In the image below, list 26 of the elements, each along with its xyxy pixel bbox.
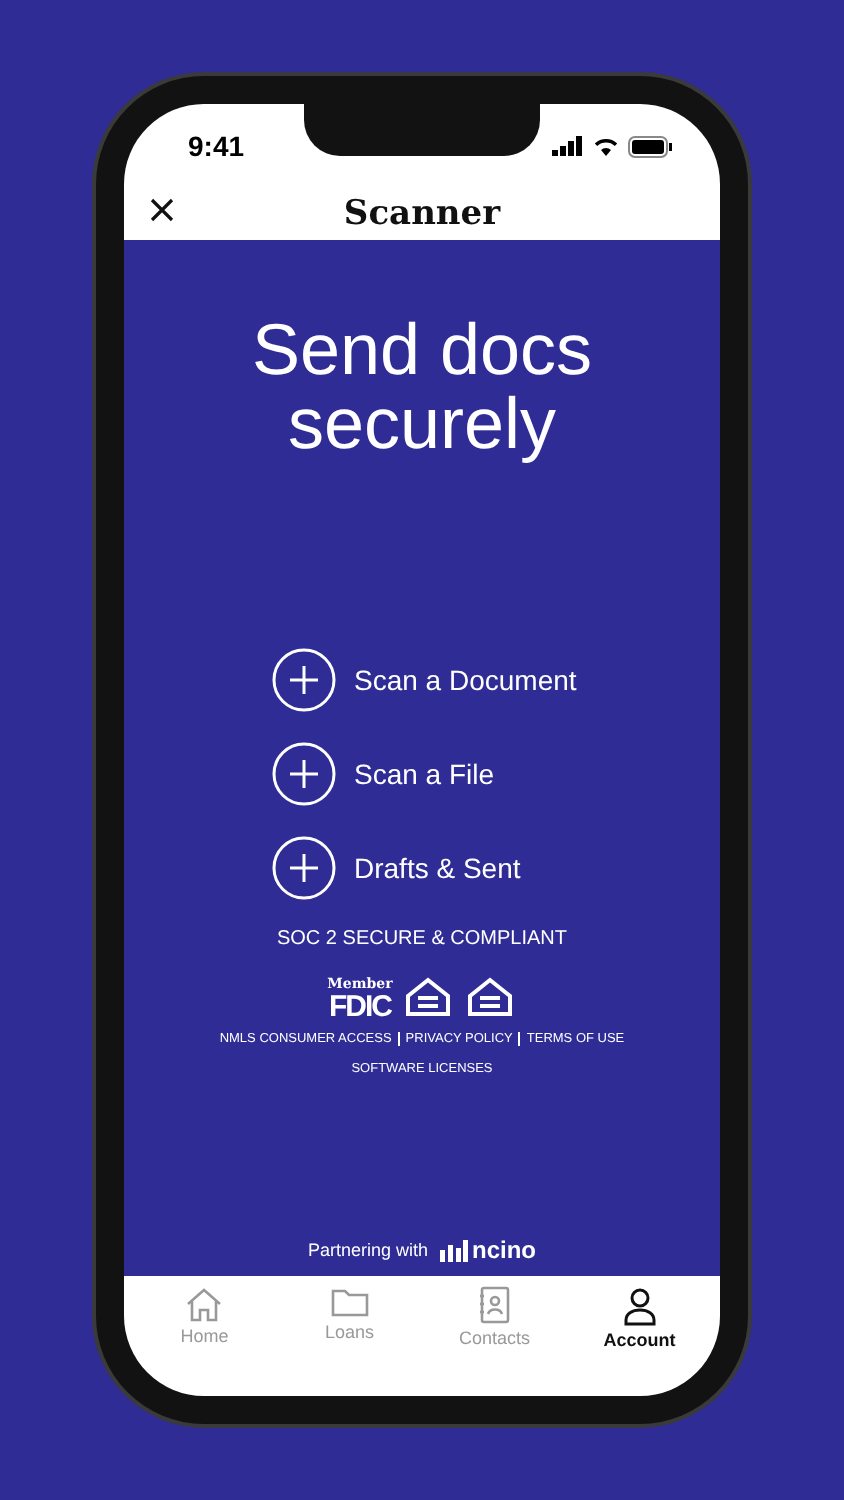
house-icon	[464, 974, 517, 1022]
compliance-text: SOC 2 SECURE & COMPLIANT	[276, 928, 568, 950]
plus-icon	[272, 836, 336, 900]
close-icon	[148, 196, 176, 224]
battery-icon	[628, 135, 672, 157]
bars-icon	[440, 1239, 469, 1261]
plus-icon	[272, 648, 336, 712]
action-button[interactable]: Scan a Document	[272, 648, 577, 712]
action-button[interactable]: Scan a File	[272, 742, 577, 806]
screen-title: Scanner	[343, 194, 501, 234]
house-icon	[402, 974, 455, 1022]
status-time: 9:41	[188, 130, 245, 162]
contact-book-icon	[478, 1286, 511, 1324]
brand-text: ncino	[472, 1236, 537, 1264]
fdic-text: FDIC	[329, 992, 391, 1022]
action-button[interactable]: Drafts & Sent	[272, 836, 577, 900]
tab[interactable]: Account	[575, 1280, 704, 1356]
plus-icon	[272, 742, 336, 806]
hero-title: Send docs securely	[249, 312, 595, 460]
person-icon	[621, 1286, 658, 1326]
partner-text: Partnering with	[307, 1240, 429, 1260]
home-icon	[184, 1286, 225, 1322]
folder-icon	[329, 1286, 370, 1318]
signal-icon	[552, 136, 584, 156]
wifi-icon	[592, 136, 620, 156]
close-button[interactable]	[148, 196, 176, 224]
